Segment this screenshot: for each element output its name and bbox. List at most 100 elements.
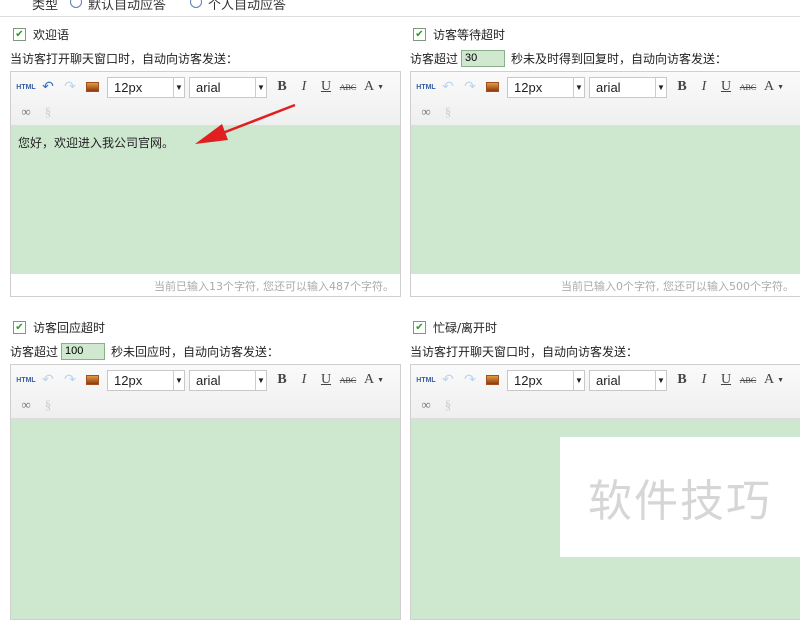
html-source-button[interactable]: HTML — [15, 77, 37, 97]
insert-image-icon[interactable] — [81, 370, 103, 390]
unlink-icon[interactable]: § — [37, 102, 59, 122]
rich-text-editor: HTML ↶ ↷ 12px ▼ arial ▼ B I U ABC A ▼ ∞ § 您好，欢迎进入我公司官网。… — [10, 71, 401, 297]
link-icon[interactable]: ∞ — [415, 395, 437, 415]
underline-button[interactable]: U — [315, 370, 337, 390]
type-label: 类型 — [32, 0, 59, 13]
underline-button[interactable]: U — [715, 77, 737, 97]
font-color-button[interactable]: A ▼ — [759, 77, 789, 97]
enable-checkbox[interactable]: ✔ — [413, 27, 426, 41]
toolbar-row: HTML ↶ ↷ 12px ▼ arial ▼ B I U ABC A ▼ — [415, 369, 789, 391]
auto-reply-type-row: 类型 默认自动应答 个人自动应答 — [0, 0, 800, 17]
font-family-value: arial — [596, 372, 621, 388]
insert-image-icon[interactable] — [81, 77, 103, 97]
font-size-select[interactable]: 12px ▼ — [107, 369, 185, 391]
font-color-label: A — [763, 79, 775, 94]
radio-personal[interactable] — [190, 0, 202, 8]
description-text: 当访客打开聊天窗口时，自动向访客发送： — [10, 51, 239, 66]
italic-button[interactable]: I — [293, 370, 315, 390]
undo-icon[interactable]: ↶ — [37, 370, 59, 390]
redo-icon[interactable]: ↷ — [59, 370, 81, 390]
description-text-after: 秒未回应时，自动向访客发送： — [111, 344, 280, 359]
toolbar-row: ∞ § — [415, 395, 459, 415]
editor-toolbar: HTML ↶ ↷ 12px ▼ arial ▼ B I U ABC A ▼ ∞ § — [11, 365, 400, 419]
font-family-select[interactable]: arial ▼ — [589, 76, 667, 98]
strikethrough-button[interactable]: ABC — [337, 77, 359, 97]
italic-button[interactable]: I — [693, 370, 715, 390]
chevron-down-icon: ▼ — [255, 370, 266, 390]
redo-icon[interactable]: ↷ — [459, 77, 481, 97]
seconds-input[interactable] — [461, 49, 506, 67]
image-glyph — [85, 82, 99, 92]
underline-button[interactable]: U — [715, 370, 737, 390]
undo-icon[interactable]: ↶ — [437, 77, 459, 97]
font-color-button[interactable]: A ▼ — [759, 370, 789, 390]
font-size-value: 12px — [514, 79, 543, 95]
enable-checkbox[interactable]: ✔ — [13, 27, 26, 41]
html-source-button[interactable]: HTML — [415, 77, 437, 97]
panel-description: 访客超过 秒未及时得到回复时，自动向访客发送： — [410, 47, 800, 69]
italic-button[interactable]: I — [293, 77, 315, 97]
chevron-down-icon: ▼ — [573, 77, 584, 97]
strikethrough-button[interactable]: ABC — [337, 370, 359, 390]
font-size-value: 12px — [114, 372, 143, 388]
settings-panel: ✔访客回应超时访客超过秒未回应时，自动向访客发送：HTML↶↷12px▼aria… — [10, 318, 401, 620]
description-text-after: 秒未及时得到回复时，自动向访客发送： — [511, 51, 728, 66]
radio-default[interactable] — [70, 0, 82, 8]
font-color-button[interactable]: A ▼ — [359, 370, 389, 390]
editor-toolbar: HTML ↶ ↷ 12px ▼ arial ▼ B I U ABC A ▼ ∞ § — [411, 365, 800, 419]
italic-button[interactable]: I — [693, 77, 715, 97]
font-size-select[interactable]: 12px ▼ — [507, 76, 585, 98]
undo-icon[interactable]: ↶ — [437, 370, 459, 390]
underline-button[interactable]: U — [315, 77, 337, 97]
font-family-select[interactable]: arial ▼ — [189, 76, 267, 98]
font-family-value: arial — [596, 79, 621, 95]
font-size-select[interactable]: 12px ▼ — [107, 76, 185, 98]
bold-button[interactable]: B — [271, 77, 293, 97]
chevron-down-icon: ▼ — [173, 77, 184, 97]
panel-title: 欢迎语 — [33, 27, 70, 42]
insert-image-icon[interactable] — [481, 77, 503, 97]
font-family-select[interactable]: arial ▼ — [589, 369, 667, 391]
font-color-button[interactable]: A ▼ — [359, 77, 389, 97]
strikethrough-button[interactable]: ABC — [737, 370, 759, 390]
enable-checkbox[interactable]: ✔ — [13, 320, 26, 334]
toolbar-row: HTML ↶ ↷ 12px ▼ arial ▼ B I U ABC A ▼ — [415, 76, 789, 98]
chevron-down-icon: ▼ — [573, 370, 584, 390]
panel-title: 访客回应超时 — [33, 320, 106, 335]
unlink-icon[interactable]: § — [37, 395, 59, 415]
redo-icon[interactable]: ↷ — [59, 77, 81, 97]
undo-icon[interactable]: ↶ — [37, 77, 59, 97]
panel-header: ✔ 欢迎语 — [10, 25, 401, 43]
chevron-down-icon: ▼ — [655, 77, 666, 97]
link-icon[interactable]: ∞ — [15, 395, 37, 415]
settings-panel: ✔ 访客等待超时访客超过 秒未及时得到回复时，自动向访客发送： HTML↶↷ 12px ▼… — [410, 25, 800, 297]
chevron-down-icon: ▼ — [777, 83, 785, 91]
enable-checkbox[interactable]: ✔ — [413, 320, 426, 334]
unlink-icon[interactable]: § — [437, 395, 459, 415]
link-icon[interactable]: ∞ — [15, 102, 37, 122]
bold-button[interactable]: B — [671, 77, 693, 97]
font-size-select[interactable]: 12px ▼ — [507, 369, 585, 391]
strikethrough-button[interactable]: ABC — [737, 77, 759, 97]
bold-button[interactable]: B — [671, 370, 693, 390]
character-count: 当前已输入0个字符, 您还可以输入500个字符。 — [561, 280, 794, 293]
html-source-button[interactable]: HTML — [415, 370, 437, 390]
insert-image-icon[interactable] — [481, 370, 503, 390]
panel-title: 忙碌/离开时 — [433, 320, 498, 335]
unlink-icon[interactable]: § — [437, 102, 459, 122]
toolbar-row: ∞ § — [415, 102, 459, 122]
radio-personal-label: 个人自动应答 — [208, 0, 287, 13]
font-family-select[interactable]: arial ▼ — [189, 369, 267, 391]
editor-content-area[interactable] — [11, 419, 400, 619]
html-source-button[interactable]: HTML — [15, 370, 37, 390]
bold-button[interactable]: B — [271, 370, 293, 390]
editor-content-area[interactable] — [411, 126, 800, 274]
font-family-value: arial — [196, 372, 221, 388]
link-icon[interactable]: ∞ — [415, 102, 437, 122]
panel-description: 访客超过 秒未回应时，自动向访客发送： — [10, 340, 401, 362]
editor-content-area[interactable]: 您好，欢迎进入我公司官网。 — [11, 126, 400, 274]
image-glyph — [485, 375, 499, 385]
seconds-input[interactable] — [61, 342, 106, 360]
rich-text-editor: HTML ↶ ↷ 12px ▼ arial ▼ B I U ABC A ▼ ∞ § 当前已输入0个字符, 您还… — [410, 71, 800, 297]
redo-icon[interactable]: ↷ — [459, 370, 481, 390]
